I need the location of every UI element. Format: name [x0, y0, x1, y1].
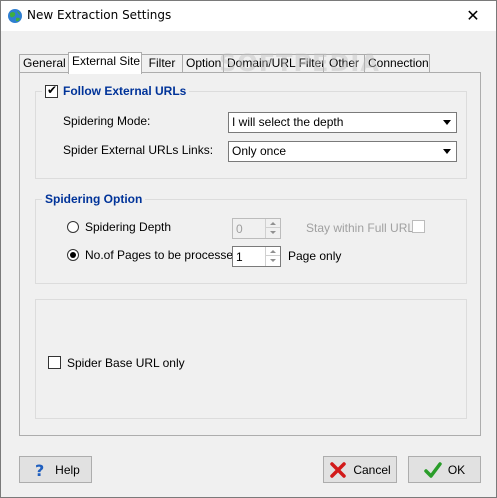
- dialog-window: New Extraction Settings ✕ General Extern…: [0, 0, 497, 498]
- external-site-panel: Follow External URLs Spidering Mode: I w…: [19, 72, 481, 436]
- spidering-depth-label: Spidering Depth: [85, 220, 172, 234]
- cancel-button[interactable]: Cancel: [323, 456, 397, 483]
- spidering-option-group: Spidering Option Spidering Depth 0 Stay …: [35, 192, 467, 284]
- tab-filter[interactable]: Filter: [141, 54, 183, 73]
- stay-within-full-url-checkbox[interactable]: [412, 220, 425, 233]
- follow-external-urls-checkbox[interactable]: [45, 83, 58, 98]
- tab-option[interactable]: Option: [182, 54, 224, 73]
- spidering-depth-radio[interactable]: [67, 221, 79, 233]
- tab-other[interactable]: Other: [323, 54, 365, 73]
- red-x-icon: [330, 461, 347, 478]
- spin-down-icon[interactable]: [266, 256, 280, 265]
- tab-general[interactable]: General: [19, 54, 69, 73]
- follow-external-urls-legend: Follow External URLs: [42, 83, 190, 98]
- green-check-icon: [424, 461, 442, 478]
- spidering-mode-label: Spidering Mode:: [63, 114, 151, 128]
- chevron-down-icon: [438, 114, 455, 131]
- pages-to-process-label: No.of Pages to be processed: [85, 248, 240, 262]
- spider-external-links-label: Spider External URLs Links:: [63, 143, 214, 157]
- spidering-depth-spinner[interactable]: 0: [232, 218, 281, 239]
- spider-base-url-checkbox[interactable]: [48, 356, 61, 369]
- stay-within-full-url-label: Stay within Full URL:: [306, 221, 418, 235]
- svg-text:?: ?: [35, 461, 44, 479]
- chevron-down-icon: [438, 143, 455, 160]
- spidering-mode-select[interactable]: I will select the depth: [228, 112, 457, 133]
- tab-external-site[interactable]: External Site: [68, 52, 142, 74]
- question-mark-icon: ?: [35, 461, 44, 479]
- spin-up-icon[interactable]: [266, 219, 280, 228]
- title-bar[interactable]: New Extraction Settings ✕: [1, 1, 496, 31]
- pages-to-process-radio[interactable]: [67, 249, 79, 261]
- close-icon: ✕: [466, 6, 480, 25]
- tab-domain-url-filter[interactable]: Domain/URL Filter: [223, 54, 325, 73]
- close-button[interactable]: ✕: [450, 1, 496, 30]
- spin-down-icon[interactable]: [266, 228, 280, 237]
- spidering-option-legend: Spidering Option: [42, 192, 146, 206]
- window-title: New Extraction Settings: [27, 8, 172, 22]
- follow-external-urls-group: Follow External URLs Spidering Mode: I w…: [35, 83, 467, 179]
- ok-button[interactable]: OK: [408, 456, 481, 483]
- base-url-group: Spider Base URL only: [35, 299, 467, 419]
- pages-to-process-spinner[interactable]: 1: [232, 246, 281, 267]
- page-only-label: Page only: [288, 249, 342, 263]
- spin-up-icon[interactable]: [266, 247, 280, 256]
- globe-icon: [8, 9, 22, 23]
- spider-external-links-select[interactable]: Only once: [228, 141, 457, 162]
- tab-connection[interactable]: Connection: [364, 54, 430, 73]
- spider-base-url-label: Spider Base URL only: [67, 356, 185, 370]
- help-button[interactable]: ? Help: [19, 456, 92, 483]
